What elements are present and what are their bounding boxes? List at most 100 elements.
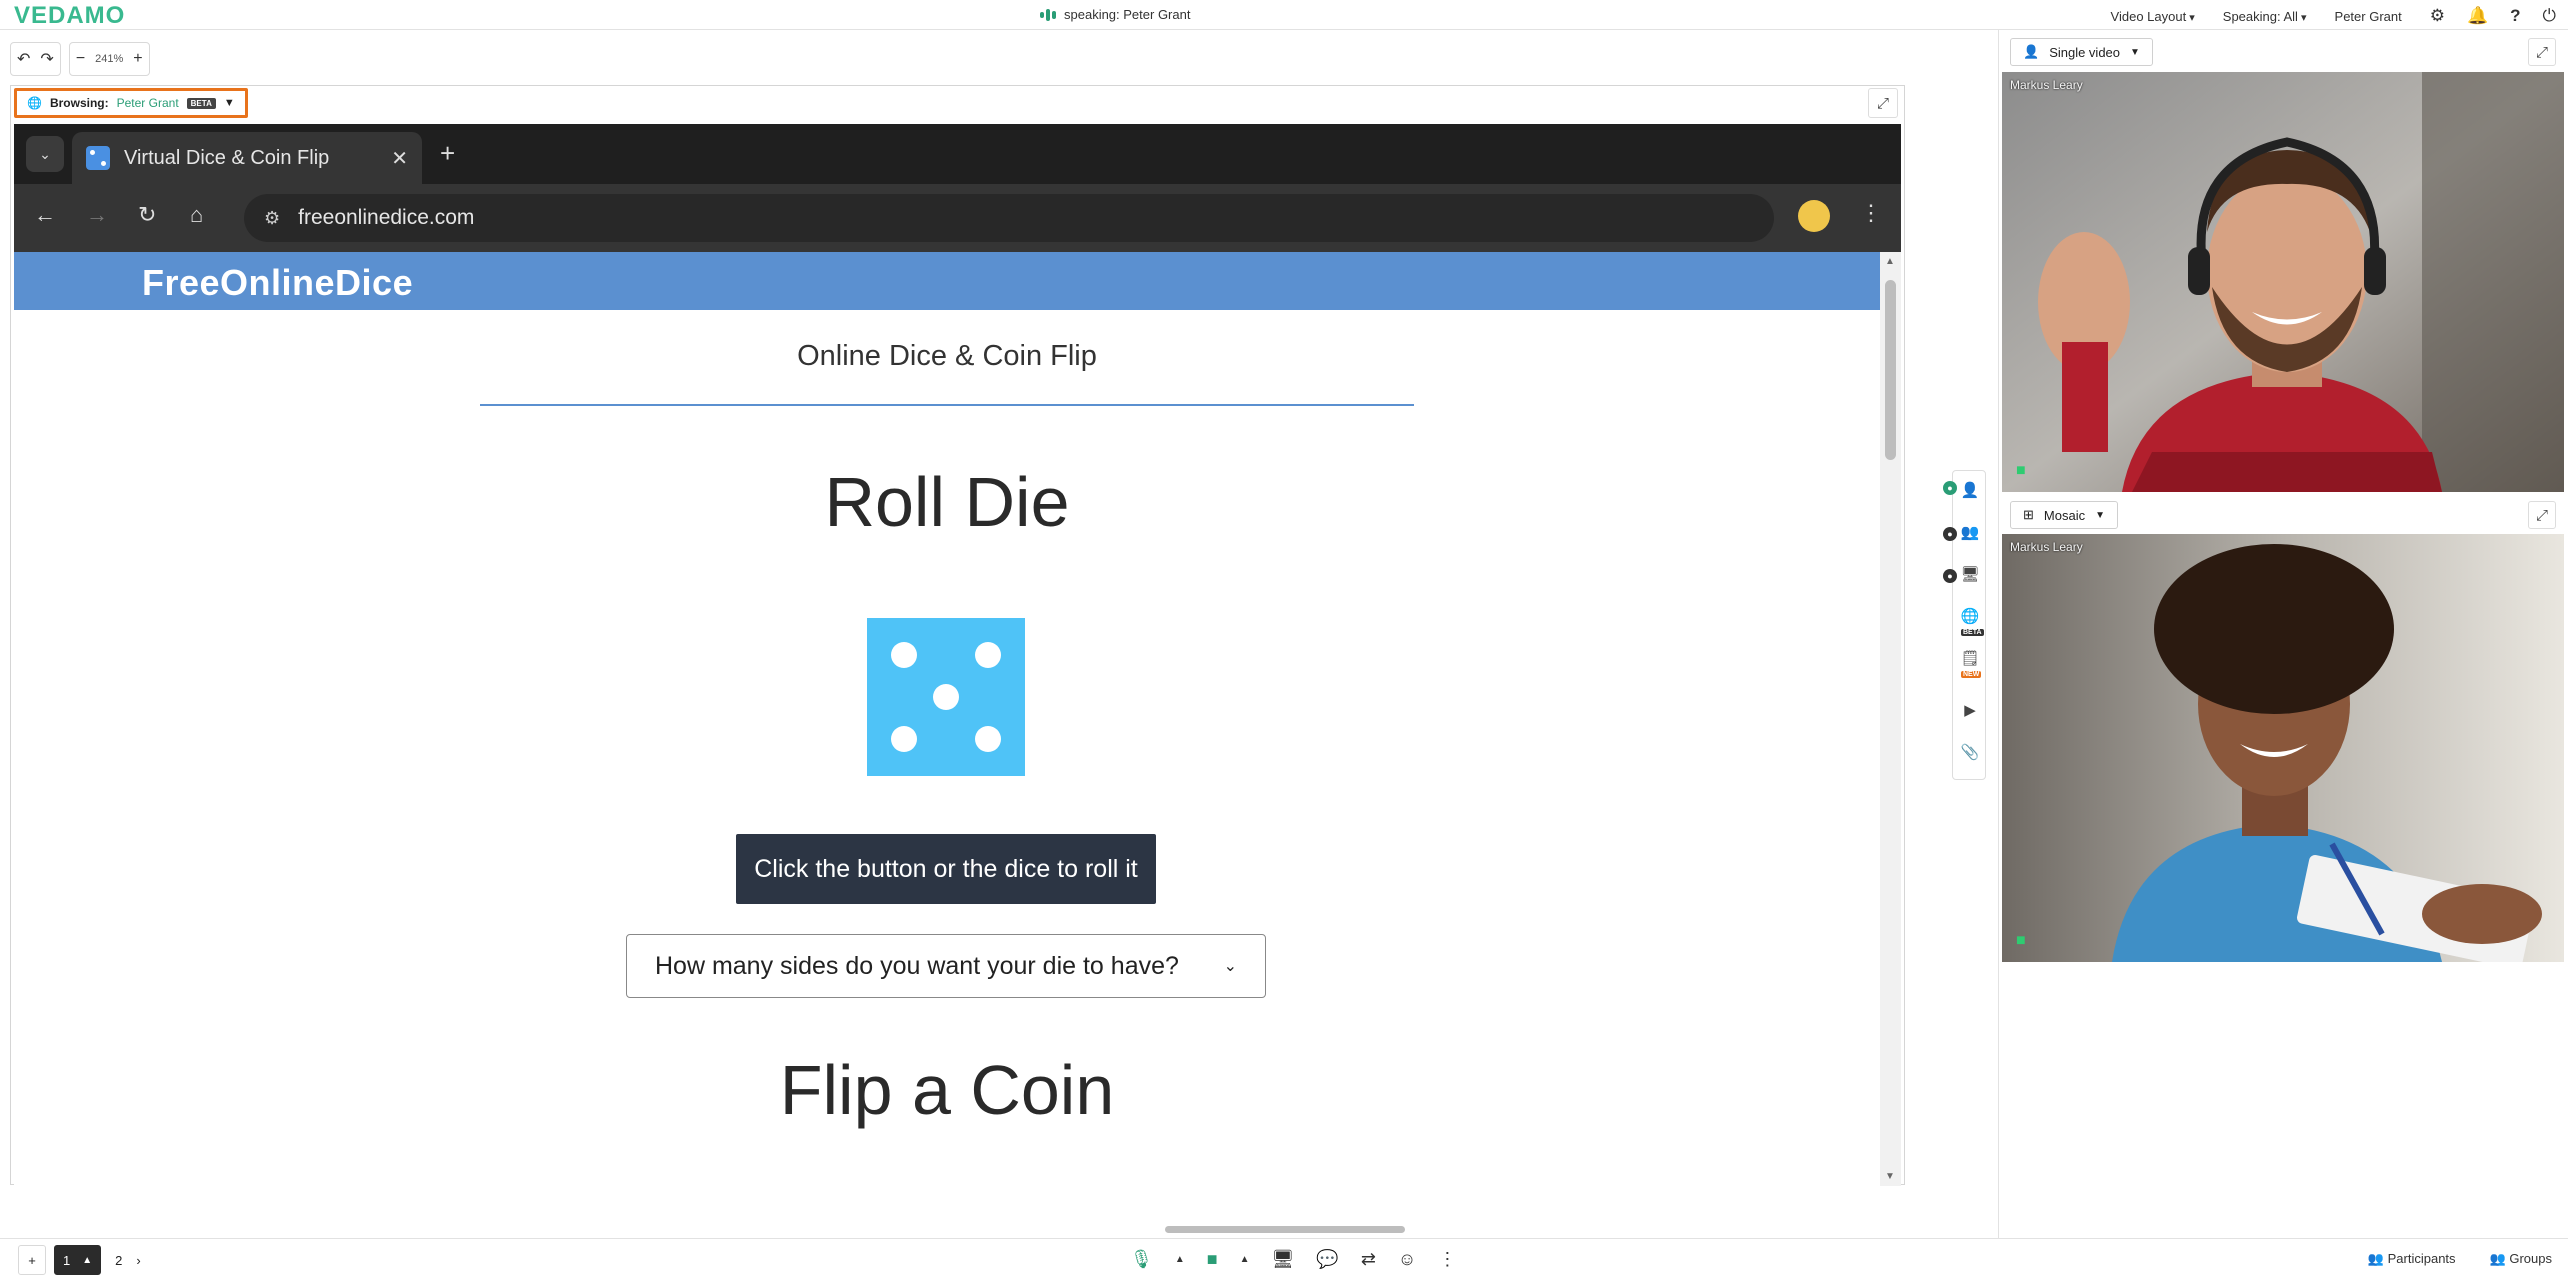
speaking-text: speaking: Peter Grant bbox=[1064, 7, 1191, 22]
die-pip bbox=[891, 642, 917, 668]
user-name[interactable]: Peter Grant bbox=[2335, 9, 2402, 24]
participant-video-top[interactable]: Markus Leary ■ bbox=[2002, 72, 2564, 492]
die-sides-select[interactable]: How many sides do you want your die to h… bbox=[626, 934, 1266, 998]
globe-icon: 🌐 bbox=[27, 96, 42, 110]
scroll-down-icon[interactable]: ▼ bbox=[1885, 1171, 1895, 1182]
expand-icon: ⤢ bbox=[2535, 506, 2548, 524]
site-settings-icon[interactable]: ⚙ bbox=[264, 208, 280, 229]
gear-icon[interactable]: ⚙ bbox=[2430, 6, 2445, 26]
microphone-icon[interactable]: 🎙 bbox=[1130, 1249, 1153, 1270]
chevron-up-icon[interactable]: ▲ bbox=[1175, 1254, 1185, 1265]
browsing-header[interactable]: 🌐 Browsing: Peter Grant BETA ▼ bbox=[14, 88, 248, 118]
chevron-down-icon[interactable]: ▼ bbox=[224, 97, 235, 109]
paperclip-icon[interactable]: 📎 bbox=[1953, 735, 1987, 769]
single-user-icon[interactable]: 👤 bbox=[1953, 473, 1987, 507]
screen-share-icon[interactable]: 🖥 bbox=[1272, 1249, 1295, 1270]
chevron-down-icon: ▼ bbox=[2095, 509, 2105, 521]
forward-icon[interactable]: → bbox=[86, 202, 108, 228]
page-2-link[interactable]: 2 bbox=[109, 1253, 128, 1268]
speaking-indicator: speaking: Peter Grant bbox=[1040, 7, 1190, 22]
beta-badge: BETA bbox=[1961, 629, 1984, 636]
browsing-user: Peter Grant bbox=[116, 96, 179, 110]
page-scrollbar[interactable]: ▲ ▼ bbox=[1880, 252, 1901, 1186]
close-icon[interactable]: ✕ bbox=[391, 146, 408, 171]
grid-icon: ⊞ bbox=[2023, 507, 2034, 522]
video-expand-button[interactable]: ⤢ bbox=[2528, 38, 2556, 66]
back-icon[interactable]: ← bbox=[34, 202, 56, 228]
mosaic-layout-button[interactable]: ⊞ Mosaic ▼ bbox=[2010, 501, 2118, 529]
browser-menu-icon[interactable]: ⋮ bbox=[1860, 200, 1882, 226]
mosaic-expand-button[interactable]: ⤢ bbox=[2528, 501, 2556, 529]
emoji-icon[interactable]: ☺ bbox=[1398, 1249, 1416, 1270]
participant-name: Markus Leary bbox=[2010, 540, 2083, 554]
bell-icon[interactable]: 🔔 bbox=[2467, 6, 2488, 26]
undo-icon[interactable]: ↶ bbox=[17, 49, 30, 69]
groups-icon: 👥 bbox=[2489, 1251, 2506, 1266]
history-group: ↶ ↷ bbox=[10, 42, 61, 76]
help-icon[interactable]: ? bbox=[2510, 6, 2520, 26]
browsing-label: Browsing: bbox=[49, 96, 109, 110]
camera-icon[interactable]: ■ bbox=[1207, 1249, 1218, 1270]
die-five[interactable] bbox=[867, 618, 1025, 776]
participant-video-bottom[interactable]: Markus Leary ■ bbox=[2002, 534, 2564, 962]
single-video-layout-button[interactable]: 👤 Single video ▼ bbox=[2010, 38, 2153, 66]
horizontal-scroll-thumb[interactable] bbox=[1165, 1226, 1405, 1233]
add-page-button[interactable]: + bbox=[18, 1245, 46, 1275]
globe-icon[interactable]: 🌐 bbox=[1953, 599, 1987, 633]
power-icon[interactable]: ⏻ bbox=[2543, 6, 2556, 26]
more-icon[interactable]: ⋮ bbox=[1438, 1249, 1456, 1270]
redo-icon[interactable]: ↷ bbox=[40, 49, 53, 69]
site-subtitle: Online Dice & Coin Flip bbox=[797, 340, 1097, 372]
new-tab-button[interactable]: + bbox=[440, 138, 455, 169]
tool-rail: ● 👤 ● 👥 ● 🖥 🌐 BETA 🗒 NEW ▶ 📎 bbox=[1943, 470, 1987, 780]
chevron-down-icon: ▼ bbox=[2130, 46, 2140, 58]
page-1-button[interactable]: 1 ▲ bbox=[54, 1245, 102, 1275]
dice-favicon-icon bbox=[86, 146, 110, 170]
notes-icon[interactable]: 🗒 bbox=[1953, 641, 1987, 675]
roll-button[interactable]: Click the button or the dice to roll it bbox=[736, 834, 1156, 904]
home-icon[interactable]: ⌂ bbox=[190, 202, 203, 228]
die-pip bbox=[975, 642, 1001, 668]
single-video-label: Single video bbox=[2049, 44, 2121, 60]
camera-icon: ■ bbox=[2016, 932, 2026, 949]
chat-icon[interactable]: 💬 bbox=[1316, 1249, 1338, 1270]
frame-expand-button[interactable]: ⤢ bbox=[1868, 88, 1898, 118]
media-controls: 🎙 ▲ ■ ▲ 🖥 💬 ⇄ ☺ ⋮ bbox=[1130, 1249, 1456, 1270]
panel-divider bbox=[1998, 30, 1999, 1240]
browser-tab[interactable]: Virtual Dice & Coin Flip ✕ bbox=[72, 132, 422, 184]
users-icon[interactable]: 👥 bbox=[1953, 515, 1987, 549]
site-brand[interactable]: FreeOnlineDice bbox=[142, 262, 413, 304]
chevron-up-icon: ▲ bbox=[82, 1254, 93, 1266]
zoom-in-button[interactable]: + bbox=[133, 50, 142, 68]
page-number: 1 bbox=[63, 1252, 71, 1268]
participant-photo bbox=[2002, 534, 2564, 962]
url-input[interactable]: ⚙ freeonlinedice.com bbox=[244, 194, 1774, 242]
next-page-icon[interactable]: › bbox=[136, 1253, 140, 1268]
reload-icon[interactable]: ↻ bbox=[138, 202, 156, 228]
page-navigator: + 1 ▲ 2 › bbox=[18, 1245, 141, 1275]
speaking-filter-menu[interactable]: Speaking: All bbox=[2223, 9, 2307, 24]
divider bbox=[480, 404, 1414, 406]
chevron-up-icon[interactable]: ▲ bbox=[1240, 1254, 1250, 1265]
play-icon[interactable]: ▶ bbox=[1953, 693, 1987, 727]
participant-photo bbox=[2002, 72, 2564, 492]
url-text: freeonlinedice.com bbox=[298, 206, 475, 229]
tab-strip: ⌄ Virtual Dice & Coin Flip ✕ + bbox=[14, 124, 1901, 184]
participants-button[interactable]: 👥 Participants bbox=[2368, 1251, 2456, 1267]
chevron-down-icon: ⌄ bbox=[1223, 958, 1237, 975]
scroll-thumb[interactable] bbox=[1885, 280, 1896, 460]
scroll-up-icon[interactable]: ▲ bbox=[1885, 256, 1895, 267]
video-layout-menu[interactable]: Video Layout bbox=[2111, 9, 2195, 24]
cast-icon[interactable]: ⇄ bbox=[1361, 1249, 1376, 1270]
tab-title: Virtual Dice & Coin Flip bbox=[124, 146, 330, 169]
zoom-out-button[interactable]: − bbox=[76, 50, 85, 68]
web-page: FreeOnlineDice Online Dice & Coin Flip R… bbox=[14, 252, 1880, 1186]
site-header: FreeOnlineDice bbox=[14, 252, 1880, 310]
camera-icon: ■ bbox=[2016, 462, 2026, 479]
beta-badge: BETA bbox=[186, 97, 216, 109]
groups-button[interactable]: 👥 Groups bbox=[2490, 1251, 2552, 1267]
expand-icon: ⤢ bbox=[2535, 43, 2548, 61]
profile-avatar[interactable] bbox=[1798, 200, 1830, 232]
screen-share-icon[interactable]: 🖥 bbox=[1953, 557, 1987, 591]
tab-search-button[interactable]: ⌄ bbox=[26, 136, 64, 172]
